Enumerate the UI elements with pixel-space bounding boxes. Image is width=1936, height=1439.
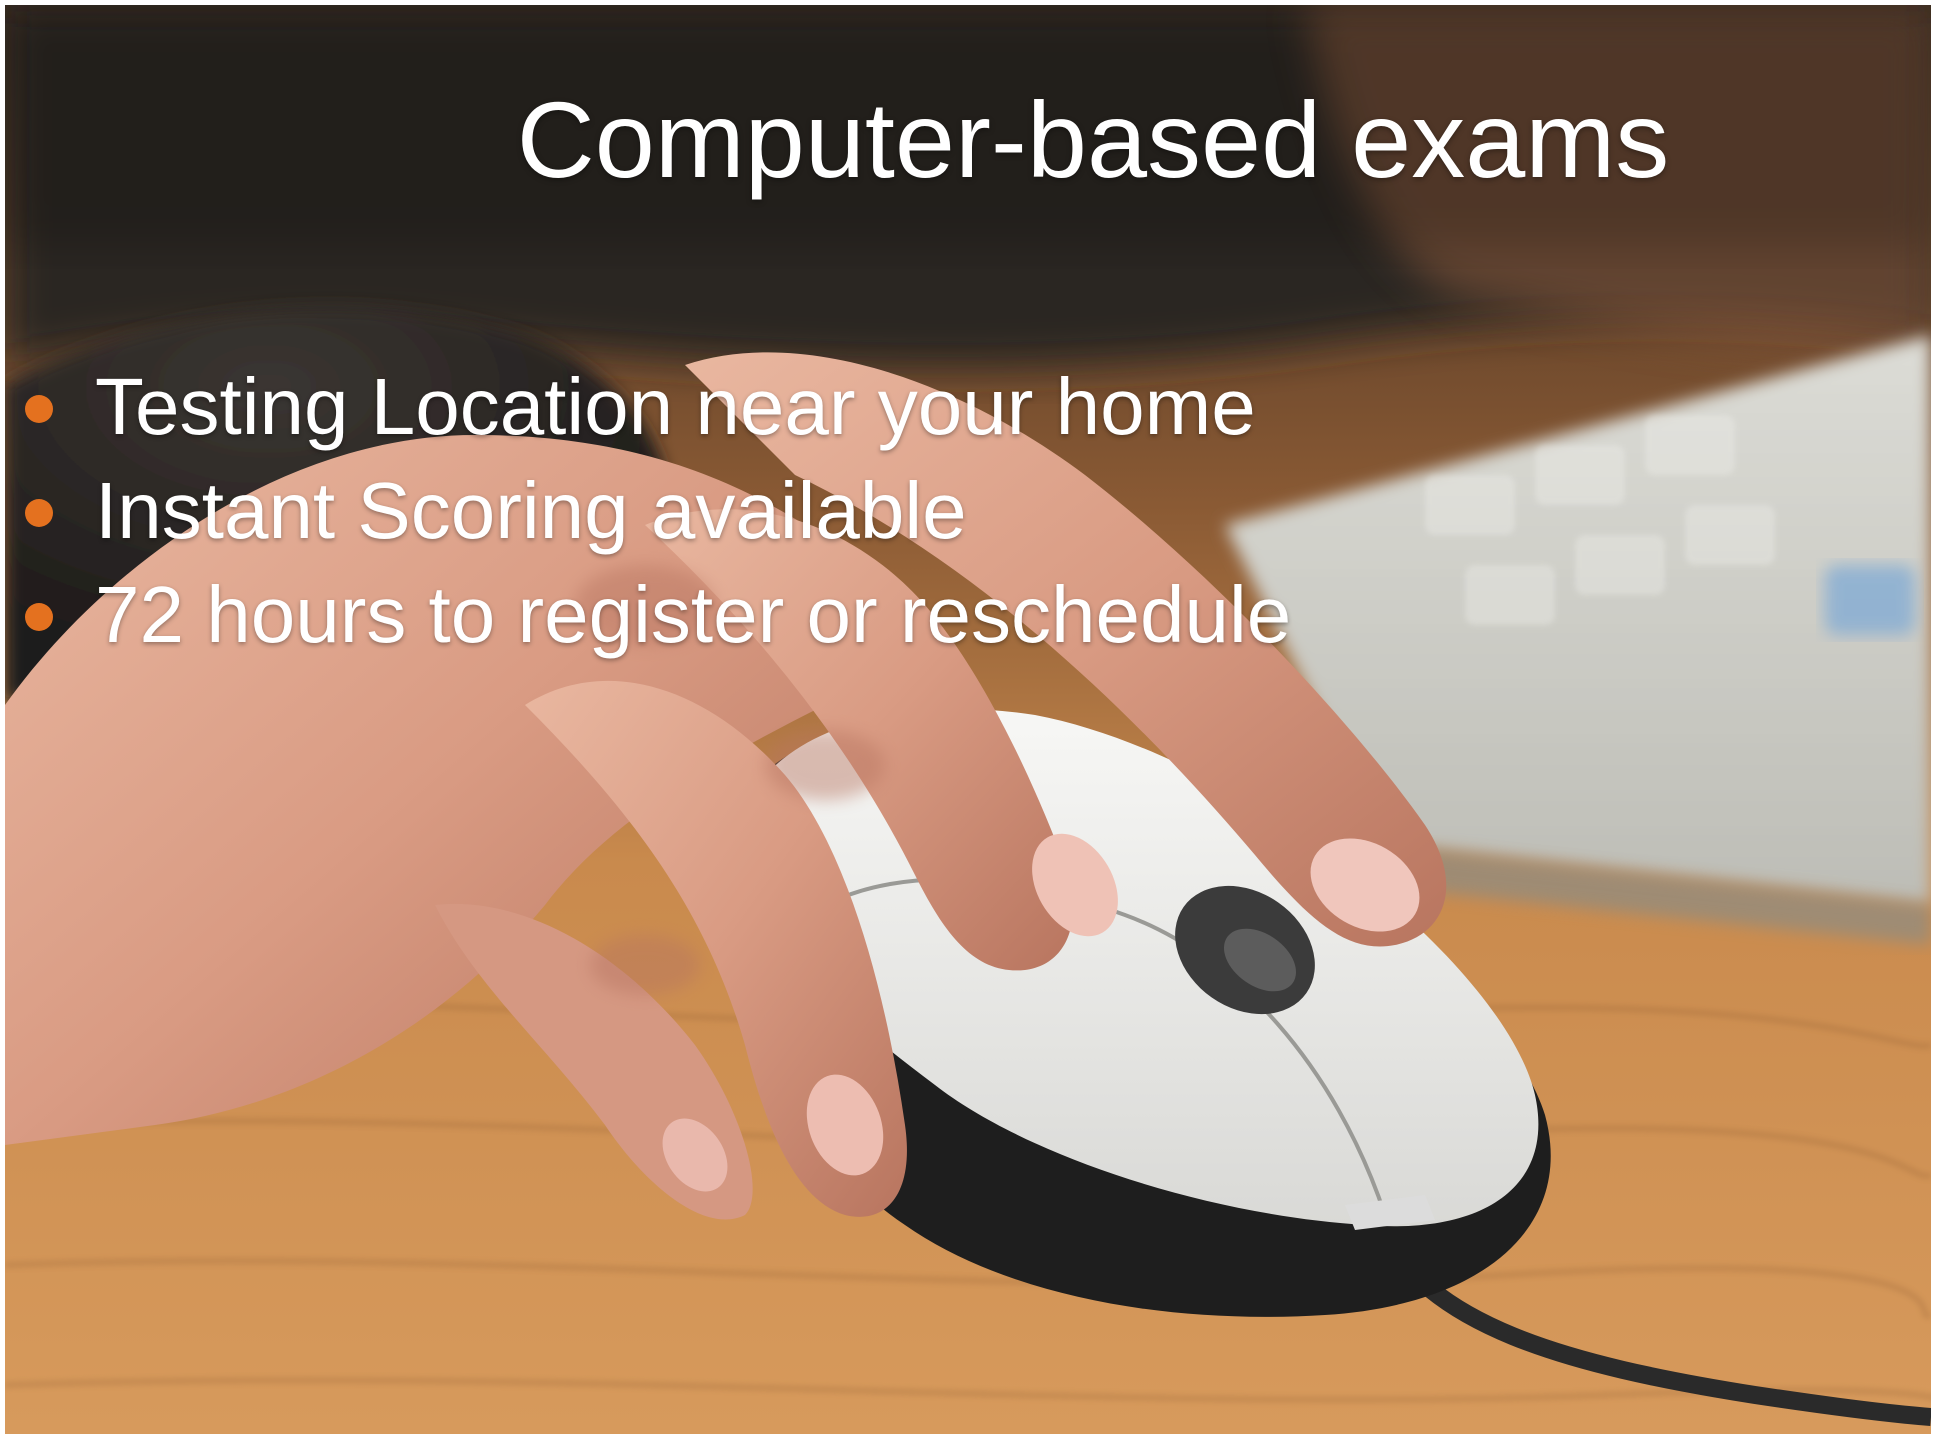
bullet-dot-icon xyxy=(25,603,53,631)
hand-on-mouse-photo xyxy=(5,5,1931,1434)
slide-title: Computer-based exams xyxy=(516,79,1670,200)
bullet-dot-icon xyxy=(25,499,53,527)
bullet-text: Instant Scoring available xyxy=(95,466,967,555)
bullet-text: 72 hours to register or reschedule xyxy=(95,570,1292,659)
bullet-dot-icon xyxy=(25,395,53,423)
slide: Computer-based exams Testing Location ne… xyxy=(5,5,1931,1434)
bullet-text: Testing Location near your home xyxy=(95,362,1256,451)
